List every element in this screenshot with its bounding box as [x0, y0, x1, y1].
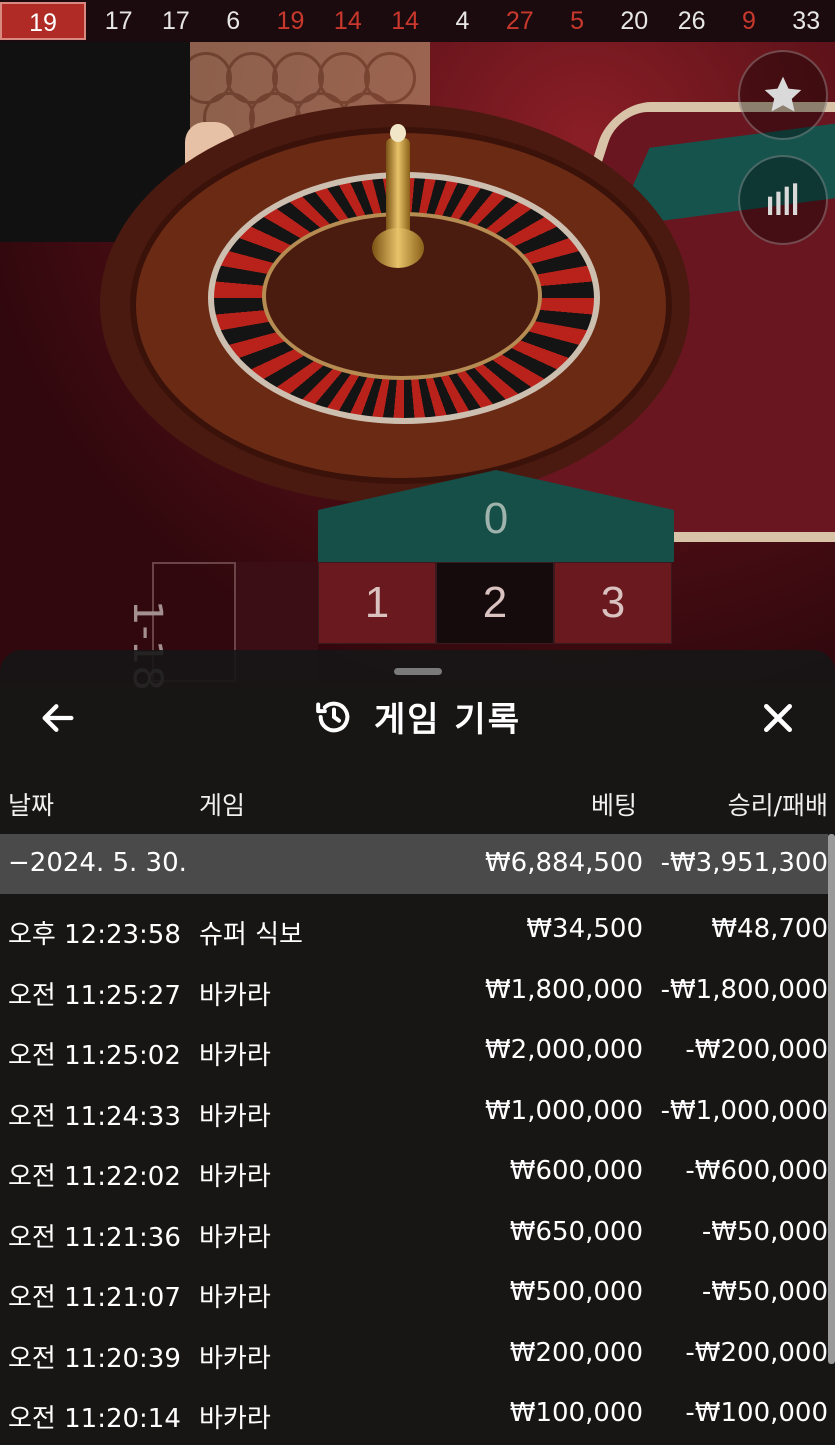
row-win-loss: -₩100,000	[685, 1398, 828, 1428]
history-row[interactable]: 오전 11:24:33 바카라 ₩1,000,000 -₩1,000,000	[0, 1080, 835, 1141]
col-win-loss: 승리/패배	[727, 791, 828, 820]
row-game: 바카라	[199, 1343, 271, 1374]
row-game: 바카라	[199, 980, 271, 1011]
bet-number-3[interactable]: 3	[554, 562, 672, 644]
row-bet: ₩1,800,000	[484, 974, 643, 1005]
bet-zero[interactable]: 0	[318, 470, 674, 562]
row-bet: ₩34,500	[526, 914, 643, 944]
sheet-title: 게임 기록	[0, 692, 835, 741]
wheel-spindle	[372, 124, 424, 284]
row-win-loss: -₩1,800,000	[660, 974, 828, 1005]
row-win-loss: -₩600,000	[685, 1156, 828, 1186]
row-time: 오전 11:25:02	[8, 1041, 181, 1071]
column-headers: 날짜 게임 베팅 승리/패배	[0, 786, 835, 826]
day-bet-total: ₩6,884,500	[484, 848, 643, 878]
row-time: 오전 11:22:02	[8, 1162, 181, 1192]
row-win-loss: -₩200,000	[685, 1035, 828, 1065]
row-bet: ₩500,000	[509, 1277, 643, 1307]
drag-handle[interactable]	[394, 668, 442, 675]
recent-result-number: 17	[162, 6, 190, 35]
day-date: −2024. 5. 30.	[8, 848, 187, 878]
scrollbar[interactable]	[828, 834, 835, 1364]
col-bet: 베팅	[590, 791, 637, 820]
row-game: 바카라	[199, 1162, 271, 1192]
recent-result-number: 6	[226, 6, 241, 35]
recent-result-number: 17	[104, 6, 133, 35]
row-bet: ₩650,000	[509, 1216, 643, 1247]
row-win-loss: -₩1,000,000	[660, 1095, 828, 1126]
history-row[interactable]: 오전 11:25:27 바카라 ₩1,800,000 -₩1,800,000	[0, 959, 835, 1020]
number-label: 3	[600, 578, 626, 627]
row-time: 오전 11:25:27	[8, 980, 181, 1011]
close-icon	[764, 704, 792, 732]
recent-result-number: 27	[505, 6, 534, 35]
col-game: 게임	[199, 791, 246, 820]
history-row[interactable]: 오전 11:21:07 바카라 ₩500,000 -₩50,000	[0, 1261, 835, 1322]
row-bet: ₩2,000,000	[484, 1035, 643, 1065]
close-button[interactable]	[758, 698, 798, 738]
row-time: 오전 11:24:33	[8, 1101, 181, 1132]
row-bet: ₩1,000,000	[484, 1095, 643, 1126]
row-game: 바카라	[199, 1041, 271, 1071]
row-win-loss: -₩50,000	[701, 1277, 828, 1307]
recent-result-number: 33	[792, 6, 821, 35]
row-time: 오전 11:20:39	[8, 1343, 181, 1374]
page-title: 게임 기록	[374, 700, 521, 740]
row-game: 바카라	[199, 1404, 271, 1434]
recent-result-number: 4	[455, 6, 470, 35]
row-game: 바카라	[199, 1101, 271, 1132]
row-time: 오전 11:20:14	[8, 1404, 181, 1434]
row-win-loss: ₩48,700	[711, 914, 828, 944]
row-win-loss: -₩50,000	[701, 1216, 828, 1247]
row-time: 오전 11:21:36	[8, 1222, 181, 1253]
latest-result-number: 19	[0, 2, 86, 40]
history-row[interactable]: 오전 11:20:39 바카라 ₩200,000 -₩200,000	[0, 1322, 835, 1383]
row-game: 바카라	[199, 1222, 271, 1253]
recent-result-number: 5	[570, 6, 584, 35]
row-win-loss: -₩200,000	[685, 1337, 828, 1368]
history-row[interactable]: 오전 11:25:02 바카라 ₩2,000,000 -₩200,000	[0, 1019, 835, 1080]
row-time: 오전 11:21:07	[8, 1283, 181, 1313]
zero-label: 0	[483, 494, 509, 543]
history-row[interactable]: 오전 11:20:14 바카라 ₩100,000 -₩100,000	[0, 1382, 835, 1443]
recent-result-number: 20	[620, 6, 649, 35]
row-game: 슈퍼 식보	[199, 920, 303, 950]
number-label: 1	[364, 578, 390, 627]
recent-result-number: 19	[276, 6, 305, 35]
row-bet: ₩200,000	[509, 1337, 643, 1368]
favorite-button[interactable]	[738, 50, 828, 140]
game-history-sheet: 게임 기록 날짜 게임 베팅 승리/패배 −2024. 5. 30. ₩6,88…	[0, 650, 835, 1445]
day-summary-row[interactable]: −2024. 5. 30. ₩6,884,500 -₩3,951,300	[0, 834, 828, 894]
bet-number-1[interactable]: 1	[318, 562, 436, 644]
recent-result-number: 14	[391, 6, 420, 35]
row-bet: ₩600,000	[509, 1156, 643, 1186]
recent-result-number: 14	[333, 6, 362, 35]
history-icon	[316, 701, 350, 732]
number-label: 2	[482, 578, 508, 627]
history-row[interactable]: 오전 11:21:36 바카라 ₩650,000 -₩50,000	[0, 1201, 835, 1262]
history-list: 오후 12:23:58 슈퍼 식보 ₩34,500 ₩48,700 오전 11:25:2…	[0, 898, 835, 1443]
col-date: 날짜	[8, 791, 55, 820]
history-row[interactable]: 오전 11:22:02 바카라 ₩600,000 -₩600,000	[0, 1140, 835, 1201]
day-win-loss-total: -₩3,951,300	[660, 848, 828, 878]
recent-result-number: 9	[741, 6, 756, 35]
history-row[interactable]: 오후 12:23:58 슈퍼 식보 ₩34,500 ₩48,700	[0, 898, 835, 959]
bet-number-2[interactable]: 2	[436, 562, 554, 644]
row-game: 바카라	[199, 1283, 271, 1313]
recent-numbers-strip: 19 17 17 6 19 14 14 4 27 5 20 26 9 33	[0, 0, 835, 42]
bar-chart-icon	[768, 183, 798, 215]
row-bet: ₩100,000	[509, 1398, 643, 1428]
statistics-button[interactable]	[738, 155, 828, 245]
recent-result-number: 26	[677, 6, 706, 35]
star-icon	[764, 76, 802, 112]
row-time: 오후 12:23:58	[8, 920, 181, 950]
